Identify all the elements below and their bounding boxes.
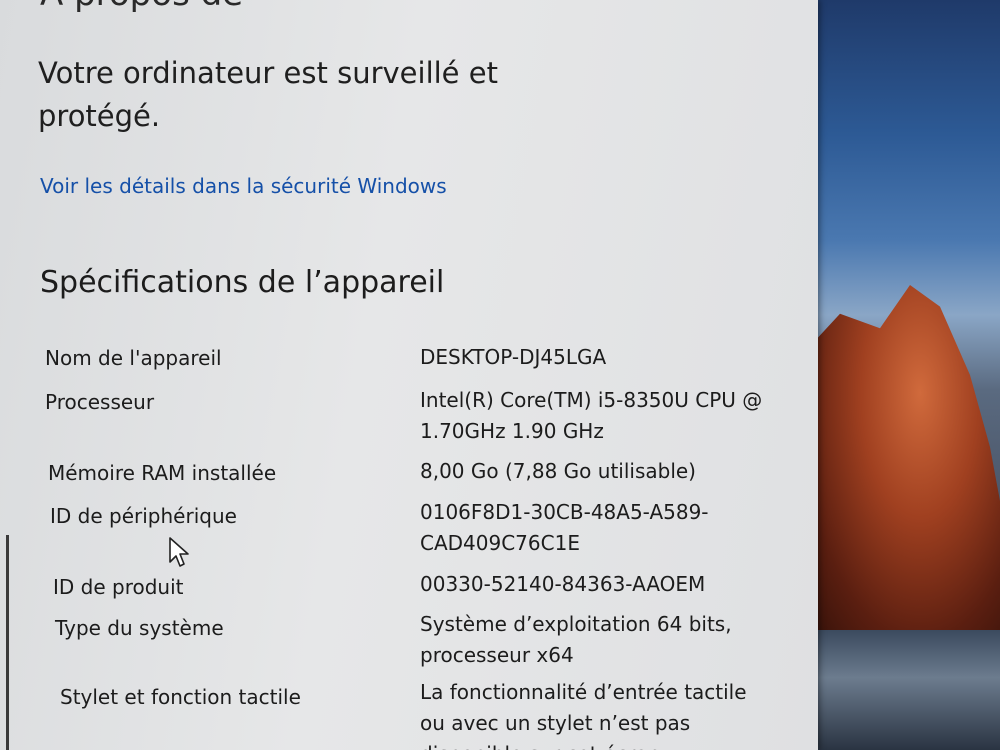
spec-value-system-type: Système d’exploitation 64 bits, processe…	[420, 612, 732, 667]
spec-value-pen-touch: La fonctionnalité d’entrée tactile ou av…	[420, 680, 747, 750]
spec-value-processor: Intel(R) Core(TM) i5-8350U CPU @ 1.70GHz…	[420, 388, 763, 443]
spec-label-processor: Processeur	[45, 390, 155, 414]
wallpaper-rock	[800, 285, 1000, 645]
spec-label-device-name: Nom de l'appareil	[45, 346, 222, 370]
wallpaper-sea	[800, 630, 1000, 750]
spec-value-device-id: 0106F8D1-30CB-48A5-A589-CAD409C76C1E	[420, 500, 709, 555]
spec-value-ram: 8,00 Go (7,88 Go utilisable)	[420, 459, 696, 483]
device-specs-heading: Spécifications de l’appareil	[40, 265, 445, 300]
spec-value-product-id: 00330-52140-84363-AAOEM	[420, 572, 706, 596]
windows-security-link[interactable]: Voir les détails dans la sécurité Window…	[40, 174, 447, 198]
screen: À propos de Votre ordinateur est surveil…	[0, 0, 1000, 750]
page-title: À propos de	[40, 0, 243, 14]
window-left-edge	[6, 535, 9, 750]
spec-label-product-id: ID de produit	[53, 575, 184, 599]
spec-label-system-type: Type du système	[55, 616, 224, 640]
mouse-cursor-icon	[169, 537, 189, 567]
desktop-wallpaper	[800, 0, 1000, 750]
security-status-text: Votre ordinateur est surveillé et protég…	[38, 56, 498, 133]
spec-value-device-name: DESKTOP-DJ45LGA	[420, 345, 607, 369]
settings-window: À propos de Votre ordinateur est surveil…	[0, 0, 818, 750]
spec-label-pen-touch: Stylet et fonction tactile	[60, 685, 301, 709]
spec-label-device-id: ID de périphérique	[50, 504, 237, 528]
spec-label-ram: Mémoire RAM installée	[48, 461, 277, 485]
